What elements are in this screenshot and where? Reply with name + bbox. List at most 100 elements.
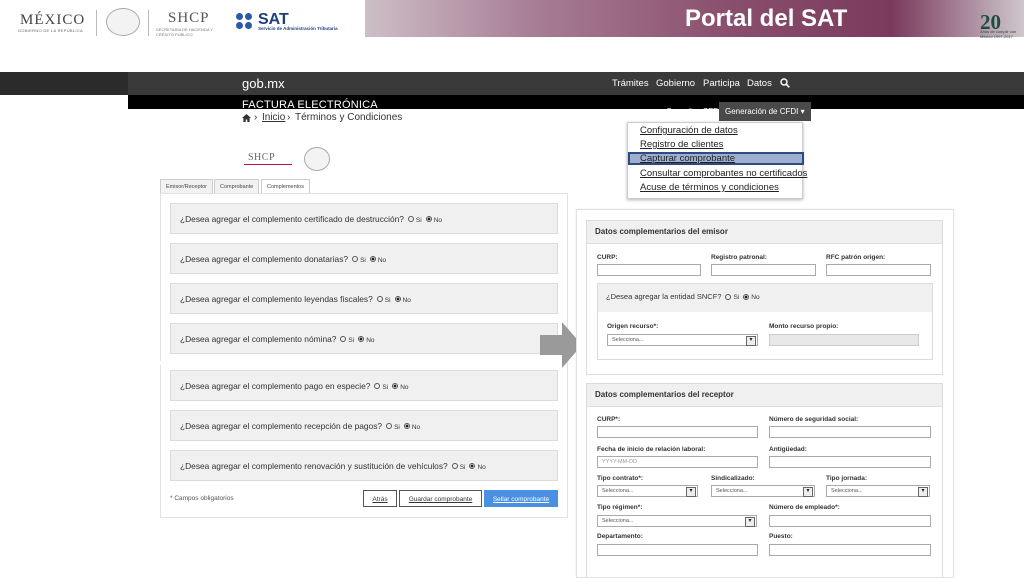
sat-dots-icon — [236, 13, 254, 31]
shcp-logo-subtitle: SECRETARÍA DE HACIENDA Y CRÉDITO PÚBLICO — [156, 27, 213, 37]
fecha-inicio-placeholder: YYYY-MM-DD — [602, 459, 637, 465]
radio-no[interactable] — [358, 336, 365, 343]
emisor-section-title: Datos complementarios del emisor — [595, 227, 728, 236]
radio-no[interactable] — [369, 256, 376, 263]
section-title: FACTURA ELECTRÓNICA — [242, 99, 378, 111]
rfc-origen-label: RFC patrón origen: — [826, 254, 886, 261]
nav-consultar-cfd[interactable]: Consultar CFD — [660, 102, 725, 121]
sncf-question: ¿Desea agregar la entidad SNCF? Si No — [606, 292, 760, 301]
radio-yes[interactable] — [386, 423, 393, 430]
menu-item-configuracion[interactable]: Configuración de datos — [640, 125, 738, 136]
sindicalizado-select[interactable]: Selecciona... ▾ — [711, 485, 815, 497]
question-row: ¿Desea agregar el complemento pago en es… — [170, 370, 558, 401]
radio-yes[interactable] — [352, 256, 359, 263]
tipo-contrato-value: Selecciona... — [602, 488, 634, 494]
option-yes-label: Si — [733, 294, 740, 301]
save-button[interactable]: Guardar comprobante — [399, 490, 482, 507]
tipo-regimen-label: Tipo régimen*: — [597, 504, 643, 511]
home-icon[interactable] — [242, 114, 251, 122]
puesto-label: Puesto: — [769, 533, 793, 540]
save-button-label: Guardar comprobante — [408, 496, 473, 503]
nav-link-participa[interactable]: Participa — [703, 78, 740, 89]
radio-no[interactable] — [392, 383, 399, 390]
gob-mx-logo[interactable]: gob.mx — [242, 76, 285, 91]
emisor-curp-label: CURP: — [597, 254, 618, 261]
antiguedad-input[interactable] — [769, 456, 931, 468]
question-row: ¿Desea agregar el complemento nómina? Si N… — [170, 323, 558, 354]
origen-recurso-select[interactable]: Selecciona... ▾ — [607, 334, 758, 346]
nav-link-datos[interactable]: Datos — [747, 78, 772, 89]
registro-patronal-input[interactable] — [711, 264, 816, 276]
sindicalizado-value: Selecciona... — [716, 488, 748, 494]
question-row: ¿Desea agregar el complemento leyendas f… — [170, 283, 558, 314]
back-button[interactable]: Atrás — [363, 490, 397, 507]
departamento-input[interactable] — [597, 544, 758, 556]
antiguedad-label: Antigüedad: — [769, 446, 807, 453]
radio-yes[interactable] — [374, 383, 381, 390]
caret-down-icon: ▾ — [798, 107, 805, 116]
departamento-label: Departamento: — [597, 533, 643, 540]
monto-recurso-input[interactable] — [769, 334, 919, 346]
national-seal-icon — [304, 147, 330, 171]
radio-no[interactable] — [394, 296, 401, 303]
nav-link-gobierno[interactable]: Gobierno — [656, 78, 695, 89]
nss-label: Número de seguridad social: — [769, 416, 859, 423]
question-row: ¿Desea agregar el complemento recepción … — [170, 410, 558, 441]
chevron-down-icon: ▾ — [918, 487, 928, 497]
tipo-jornada-label: Tipo jornada: — [826, 475, 868, 482]
tipo-regimen-select[interactable]: Selecciona... ▾ — [597, 515, 757, 527]
puesto-input[interactable] — [769, 544, 931, 556]
question-label: ¿Desea agregar el complemento leyendas f… — [180, 294, 373, 304]
shcp-small-logo: SHCP — [248, 152, 276, 163]
option-no-label: No — [751, 294, 760, 301]
radio-no[interactable] — [469, 463, 476, 470]
num-empleado-label: Número de empleado*: — [769, 504, 840, 511]
question-label: ¿Desea agregar el complemento donatarias… — [180, 254, 349, 264]
menu-item-consultar-comprobantes[interactable]: Consultar comprobantes no certificados — [640, 168, 807, 179]
radio-no[interactable] — [743, 293, 750, 300]
breadcrumb-current: Términos y Condiciones — [295, 112, 403, 123]
question-label: ¿Desea agregar el complemento nómina? — [180, 334, 337, 344]
menu-item-acuse-terminos[interactable]: Acuse de términos y condiciones — [640, 182, 779, 193]
nss-input[interactable] — [769, 426, 931, 438]
tipo-contrato-label: Tipo contrato*: — [597, 475, 644, 482]
radio-yes[interactable] — [407, 216, 414, 223]
emisor-curp-input[interactable] — [597, 264, 701, 276]
search-icon[interactable] — [780, 78, 790, 88]
tipo-contrato-select[interactable]: Selecciona... ▾ — [597, 485, 698, 497]
breadcrumb-separator: › — [254, 112, 258, 123]
origen-recurso-value: Selecciona... — [612, 337, 644, 343]
option-yes-label: Si — [348, 337, 355, 344]
nav-generacion-cfdi-label: Generación de CFDI — [725, 107, 799, 116]
menu-item-registro-clientes[interactable]: Registro de clientes — [640, 139, 723, 150]
option-no-label: No — [366, 337, 375, 344]
seal-button-label: Sellar comprobante — [492, 496, 550, 503]
breadcrumb-separator: › — [287, 112, 291, 123]
breadcrumb-home[interactable]: Inicio — [262, 112, 285, 123]
radio-no[interactable] — [425, 216, 432, 223]
fecha-inicio-input[interactable]: YYYY-MM-DD — [597, 456, 758, 468]
back-button-label: Atrás — [372, 496, 388, 503]
sat-logo-subtitle: Servicio de Administración Tributaria — [258, 26, 338, 31]
radio-yes[interactable] — [725, 293, 732, 300]
receptor-curp-label: CURP*: — [597, 416, 621, 423]
nav-link-tramites[interactable]: Trámites — [612, 78, 649, 89]
nav-generacion-cfdi[interactable]: Generación de CFDI ▾ — [719, 102, 811, 121]
question-row: ¿Desea agregar el complemento renovación… — [170, 450, 558, 481]
tipo-jornada-select[interactable]: Selecciona... ▾ — [826, 485, 930, 497]
radio-yes[interactable] — [376, 296, 383, 303]
registro-patronal-label: Registro patronal: — [711, 254, 767, 261]
radio-yes[interactable] — [451, 463, 458, 470]
question-label: ¿Desea agregar el complemento recepción … — [180, 421, 383, 431]
num-empleado-input[interactable] — [769, 515, 931, 527]
receptor-curp-input[interactable] — [597, 426, 758, 438]
radio-no[interactable] — [403, 423, 410, 430]
shcp-logo: SHCP — [168, 10, 210, 26]
radio-yes[interactable] — [340, 336, 347, 343]
seal-button[interactable]: Sellar comprobante — [484, 490, 558, 507]
rfc-origen-input[interactable] — [826, 264, 931, 276]
mexico-logo-subtitle: GOBIERNO DE LA REPÚBLICA — [18, 28, 83, 33]
option-yes-label: Si — [382, 384, 389, 391]
sncf-question-label: ¿Desea agregar la entidad SNCF? — [606, 292, 722, 301]
menu-item-capturar-comprobante[interactable]: Capturar comprobante — [640, 153, 735, 164]
